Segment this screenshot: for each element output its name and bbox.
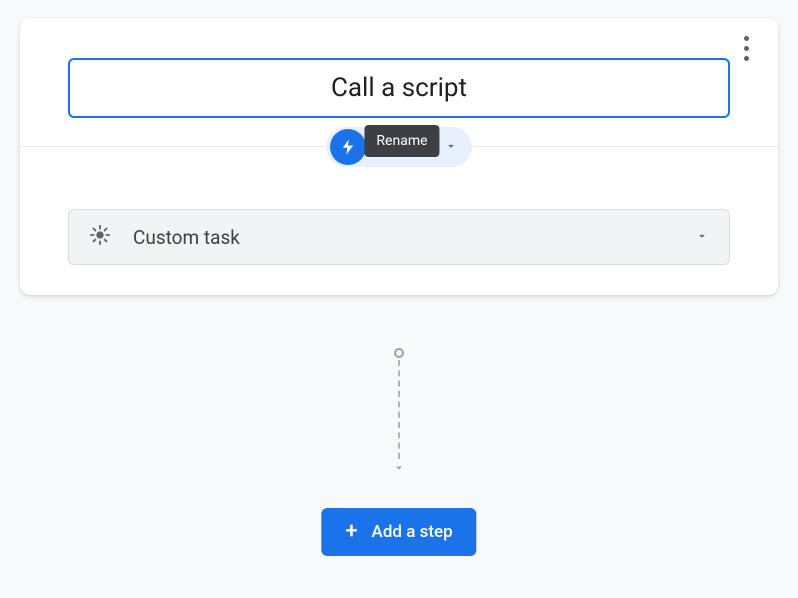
task-area: Custom task	[20, 167, 778, 265]
task-title-input[interactable]	[68, 58, 730, 118]
chevron-down-icon	[444, 138, 458, 157]
flow-connector	[389, 348, 409, 478]
task-type-label: Custom task	[133, 226, 673, 249]
task-type-select[interactable]: Custom task	[68, 209, 730, 265]
plus-icon: +	[345, 521, 357, 543]
trigger-pill[interactable]: Run task Rename	[326, 127, 472, 167]
arrow-down-icon	[393, 459, 405, 478]
add-step-button[interactable]: + Add a step	[321, 508, 476, 556]
chevron-down-icon	[695, 228, 709, 247]
more-options-button[interactable]	[732, 32, 760, 64]
add-step-label: Add a step	[372, 522, 453, 542]
gear-icon	[89, 224, 111, 250]
bolt-icon	[330, 129, 366, 165]
rename-tooltip: Rename	[364, 125, 439, 157]
task-card: Run task Rename Custom task	[20, 18, 778, 295]
connector-line	[398, 360, 400, 459]
trigger-row: Run task Rename	[20, 127, 778, 167]
connector-dot	[394, 348, 404, 358]
